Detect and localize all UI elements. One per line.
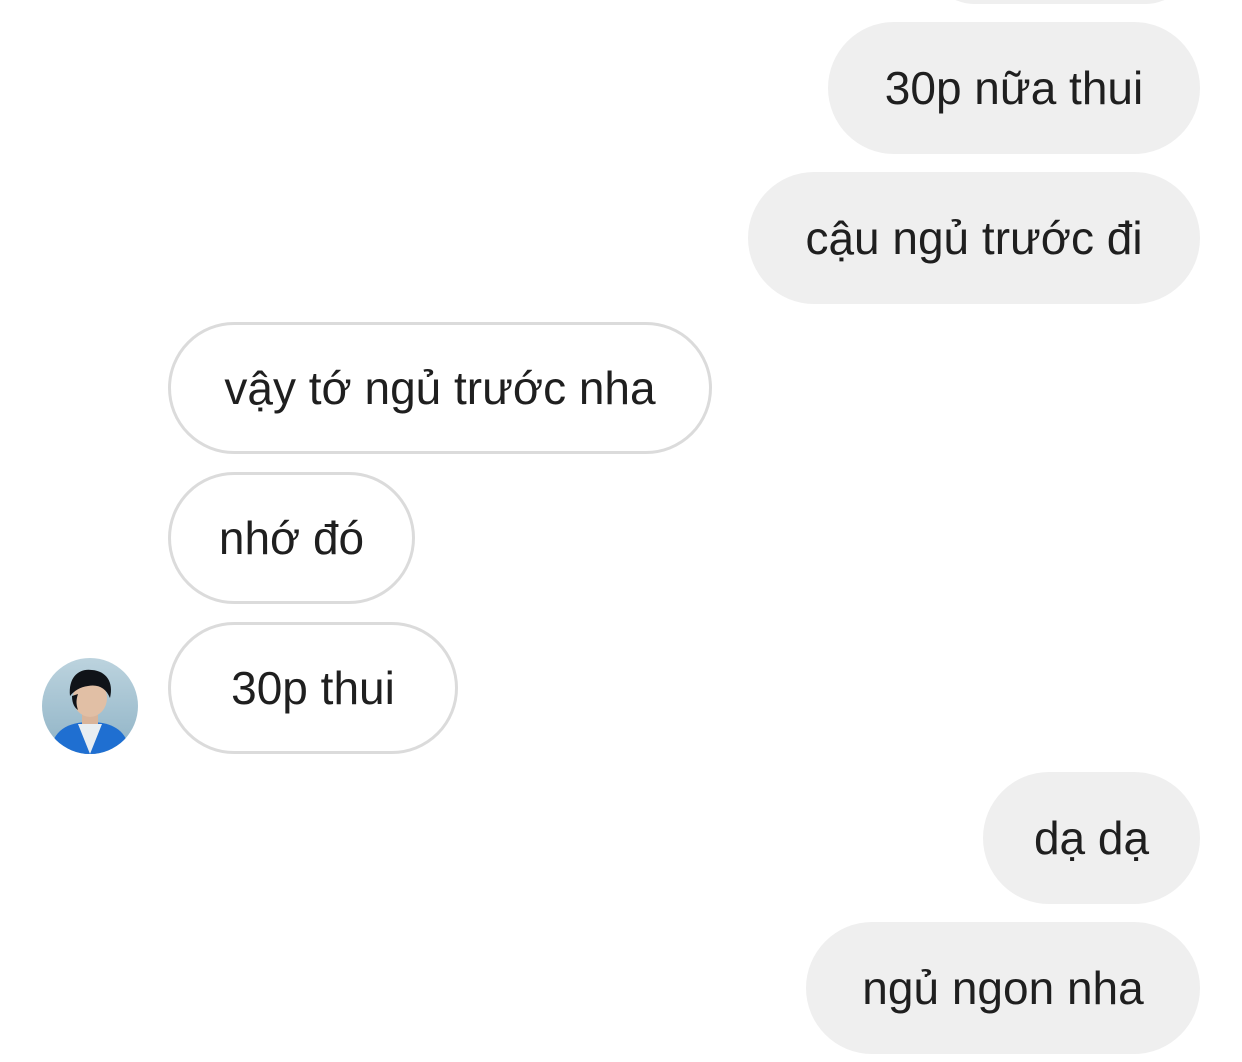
profile-photo-avatar-icon: [42, 658, 138, 754]
message-bubble-sent[interactable]: 30p nữa thui: [828, 22, 1200, 154]
message-text: 30p thui: [231, 662, 395, 714]
message-bubble-sent[interactable]: dạ dạ: [983, 772, 1200, 904]
message-text: ngủ ngon nha: [862, 962, 1144, 1014]
message-text: vậy tớ ngủ trước nha: [224, 362, 656, 414]
message-bubble-received[interactable]: nhớ đó: [168, 472, 415, 604]
message-bubble-sent[interactable]: cậu ngủ trước đi: [748, 172, 1200, 304]
message-text: cậu ngủ trước đi: [805, 212, 1143, 264]
message-bubble-sent[interactable]: ngủ ngon nha: [806, 922, 1200, 1054]
message-bubble-received[interactable]: 30p thui: [168, 622, 458, 754]
message-bubble-received[interactable]: vậy tớ ngủ trước nha: [168, 322, 712, 454]
message-text: nhớ đó: [218, 512, 365, 564]
message-text: dạ dạ: [1033, 812, 1150, 864]
message-bubble-partial[interactable]: [930, 0, 1190, 4]
message-text: 30p nữa thui: [884, 62, 1144, 114]
sender-avatar[interactable]: [42, 658, 138, 754]
